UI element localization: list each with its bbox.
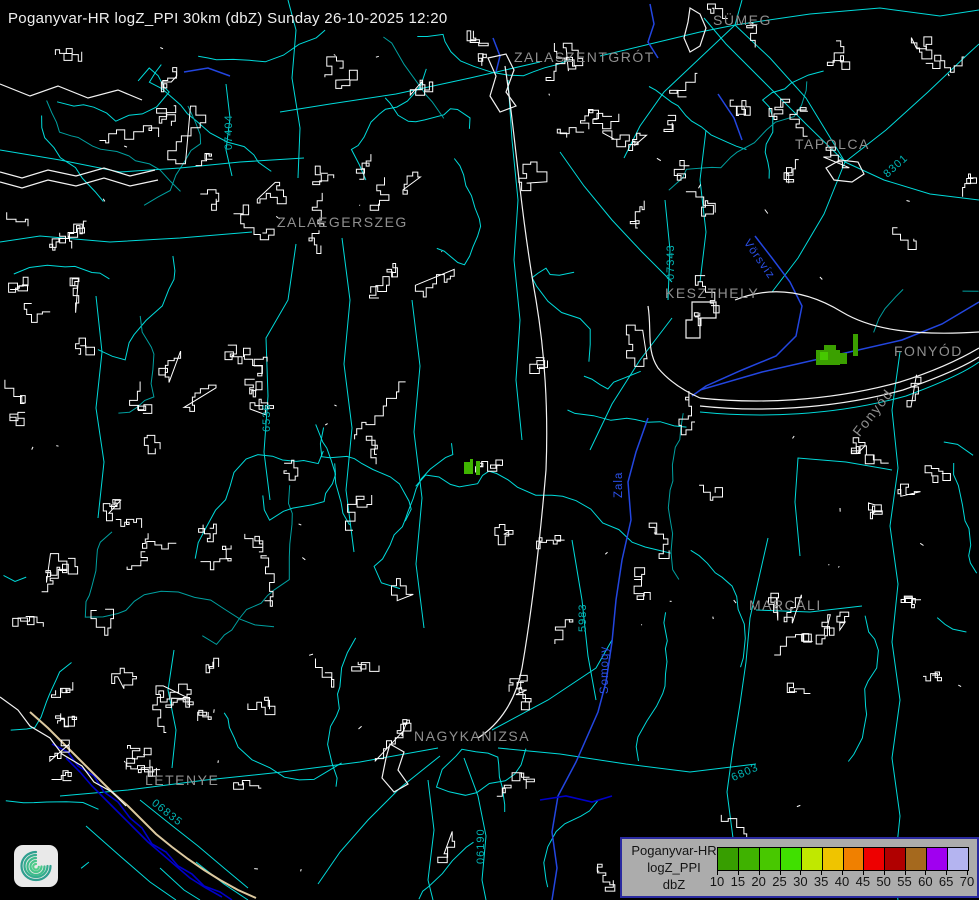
legend-tick-label-35: 35 xyxy=(814,874,828,889)
legend-tick-label-55: 55 xyxy=(897,874,911,889)
legend-tick-label-40: 40 xyxy=(835,874,849,889)
legend-tick-label-70: 70 xyxy=(960,874,974,889)
shoreline-layer xyxy=(0,8,979,806)
radar-title: Poganyvar-HR logZ_PPI 30km (dbZ) Sunday … xyxy=(8,10,448,27)
radar-map-stage: ZALASZENTGRÓTSÜMEGTAPOLCAZALAEGERSZEGKES… xyxy=(0,0,979,900)
legend-tick-label-50: 50 xyxy=(876,874,890,889)
legend-tick-label-30: 30 xyxy=(793,874,807,889)
legend-tick-label-15: 15 xyxy=(731,874,745,889)
rivers-layer xyxy=(52,4,979,900)
legend-tick-label-60: 60 xyxy=(918,874,932,889)
radar-echo xyxy=(464,462,473,474)
legend-tick-label-20: 20 xyxy=(751,874,765,889)
radar-echo xyxy=(824,345,836,351)
legend-tick-label-10: 10 xyxy=(710,874,724,889)
map-canvas xyxy=(0,0,979,900)
legend-tick-labels: 10 15 20 25 30 35 40 45 50 55 60 65 70 xyxy=(622,839,977,896)
legend-panel: Poganyvar-HR logZ_PPI dbZ 10152025303540… xyxy=(620,837,979,898)
radar-echo xyxy=(838,353,847,364)
radar-echo xyxy=(470,459,473,463)
legend-tick-label-65: 65 xyxy=(939,874,953,889)
radar-echo xyxy=(853,334,858,356)
radar-echo xyxy=(820,352,828,360)
legend-tick-label-45: 45 xyxy=(856,874,870,889)
spiral-logo-icon xyxy=(14,845,58,887)
radar-echo-layer xyxy=(464,334,858,475)
main-roads-layer xyxy=(0,0,979,900)
radar-echo xyxy=(476,461,480,475)
hungaromet-spiral-logo xyxy=(14,845,58,887)
settlement-outline-layer xyxy=(5,4,977,891)
legend-tick-label-25: 25 xyxy=(772,874,786,889)
